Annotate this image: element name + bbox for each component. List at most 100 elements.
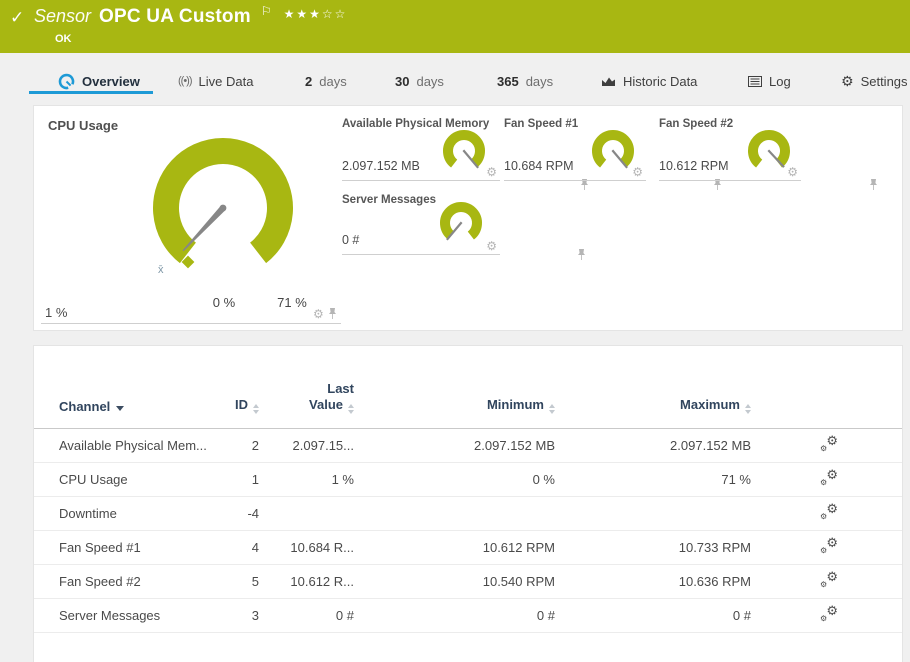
- cell-maximum: 71 %: [721, 472, 751, 487]
- cpu-usage-gauge: [153, 138, 293, 269]
- tab-log[interactable]: Log: [748, 70, 791, 92]
- tile-pin-icon[interactable]: [328, 308, 337, 320]
- gauge-tile-fan-speed-2: Fan Speed #2 10.612 RPM ⚙: [659, 113, 878, 190]
- tab-live-data[interactable]: ((•)) Live Data: [178, 70, 253, 92]
- cell-last-value: 0 #: [335, 608, 354, 623]
- tile-icons: ⚙: [486, 166, 589, 190]
- gauge-max-label: 71 %: [277, 295, 307, 310]
- gauge-tile-fan-speed-1: Fan Speed #1 10.684 RPM ⚙: [504, 113, 722, 190]
- gear-icon: ⚙: [826, 467, 838, 482]
- tab-30-days[interactable]: 30 days: [395, 70, 444, 92]
- tab-historic-data[interactable]: Historic Data: [601, 70, 697, 92]
- status-ok-check-icon: ✓: [10, 8, 25, 27]
- cell-id: 4: [251, 540, 259, 555]
- tile-title: Fan Speed #2: [659, 118, 734, 130]
- active-tab-underline: [29, 91, 153, 94]
- gear-icon: ⚙: [820, 580, 828, 589]
- cell-channel: Downtime: [59, 506, 117, 521]
- prtg-sensor-page: ✓ Sensor OPC UA Custom ⚐ ★★★☆☆ OK Overvi…: [0, 0, 910, 662]
- table-row: CPU Usage 1 1 % 0 % 71 % ⚙ ⚙: [34, 463, 902, 497]
- gear-icon: ⚙: [826, 433, 838, 448]
- tile-title: Fan Speed #1: [504, 118, 579, 130]
- tile-value: 10.684 RPM: [504, 159, 574, 173]
- tile-value: 10.612 RPM: [659, 159, 729, 173]
- channel-settings-gears-icon[interactable]: ⚙ ⚙: [819, 603, 839, 623]
- tile-pin-icon[interactable]: [577, 249, 586, 261]
- priority-stars[interactable]: ★★★☆☆: [284, 7, 348, 21]
- cell-minimum: 0 #: [536, 608, 555, 623]
- cpu-usage-gauge-title: CPU Usage: [48, 118, 119, 133]
- area-chart-icon: [602, 77, 615, 86]
- cell-maximum: 2.097.152 MB: [670, 438, 751, 453]
- cell-maximum: 0 #: [732, 608, 751, 623]
- tab-2-days-label: days: [319, 73, 347, 89]
- sort-both-icon: [745, 404, 751, 414]
- column-header-last-value[interactable]: Last Value: [259, 381, 354, 428]
- cell-channel: Fan Speed #1: [59, 540, 141, 555]
- gear-icon: ⚙: [820, 546, 828, 555]
- tab-30-days-label: days: [416, 73, 444, 89]
- cell-minimum: 10.540 RPM: [482, 574, 555, 589]
- cell-last-value: 10.612 R...: [290, 574, 354, 589]
- cpu-tile-icons: ⚙: [313, 308, 337, 320]
- channel-settings-gears-icon[interactable]: ⚙ ⚙: [819, 502, 839, 521]
- gear-icon: ⚙: [820, 512, 828, 521]
- gear-icon: ⚙: [820, 478, 828, 487]
- cell-channel: Available Physical Mem...: [59, 438, 207, 453]
- cell-minimum: 10.612 RPM: [482, 540, 555, 555]
- sort-desc-icon: [116, 406, 125, 411]
- cell-channel: CPU Usage: [59, 472, 128, 487]
- gear-icon: ⚙: [826, 535, 838, 550]
- log-list-icon: [748, 75, 762, 87]
- live-data-icon: ((•)): [178, 75, 192, 87]
- cpu-usage-current-value: 1 %: [45, 305, 68, 320]
- tile-gear-icon[interactable]: ⚙: [486, 240, 497, 252]
- channel-settings-gears-icon[interactable]: ⚙ ⚙: [819, 535, 839, 555]
- gear-icon: ⚙: [820, 614, 828, 623]
- gear-icon: ⚙: [841, 73, 854, 89]
- tab-log-label: Log: [769, 73, 791, 89]
- sensor-title-row: Sensor OPC UA Custom ⚐ ★★★☆☆: [34, 4, 348, 28]
- sensor-status-header: ✓ Sensor OPC UA Custom ⚐ ★★★☆☆ OK: [0, 0, 910, 53]
- tile-icons: ⚙: [632, 166, 722, 190]
- mini-gauge: [440, 202, 482, 241]
- tile-gear-icon[interactable]: ⚙: [313, 308, 324, 320]
- tile-gear-icon[interactable]: ⚙: [486, 166, 497, 178]
- gear-icon: ⚙: [826, 603, 838, 618]
- tile-value: 2.097.152 MB: [342, 159, 420, 173]
- tab-overview[interactable]: Overview: [58, 70, 140, 92]
- tab-settings-label: Settings: [860, 73, 908, 89]
- column-header-maximum[interactable]: Maximum: [555, 397, 751, 428]
- cell-minimum: 2.097.152 MB: [474, 438, 555, 453]
- table-row: Downtime -4 ⚙ ⚙: [34, 497, 902, 531]
- channels-table-panel: Channel ID Last Value Minimum Maximum Av…: [33, 345, 903, 662]
- channel-settings-gears-icon[interactable]: ⚙ ⚙: [819, 570, 839, 589]
- channel-settings-gears-icon[interactable]: ⚙ ⚙: [819, 467, 839, 487]
- tab-overview-label: Overview: [82, 73, 140, 89]
- table-row: Server Messages 3 0 # 0 # 0 # ⚙ ⚙: [34, 599, 902, 633]
- tile-gear-icon[interactable]: ⚙: [632, 166, 643, 178]
- gauge-tile-server-messages: Server Messages 0 # ⚙: [342, 189, 586, 260]
- tile-pin-icon[interactable]: [869, 179, 878, 191]
- column-header-minimum[interactable]: Minimum: [354, 397, 555, 428]
- cell-id: 5: [251, 574, 259, 589]
- gauge-average-marker: x̄: [158, 264, 164, 276]
- tile-gear-icon[interactable]: ⚙: [787, 166, 798, 178]
- gauge-min-label: 0 %: [212, 295, 236, 310]
- column-header-channel[interactable]: Channel: [59, 399, 224, 428]
- channel-settings-gears-icon[interactable]: ⚙ ⚙: [819, 433, 839, 453]
- tile-divider: [41, 323, 341, 324]
- column-header-value-label: Value: [309, 397, 343, 412]
- column-header-maximum-label: Maximum: [680, 397, 740, 412]
- flag-icon[interactable]: ⚐: [261, 4, 272, 18]
- column-header-channel-label: Channel: [59, 399, 111, 414]
- cell-id: 1: [251, 472, 259, 487]
- cell-last-value: 10.684 R...: [290, 540, 354, 555]
- cell-id: 3: [251, 608, 259, 623]
- column-header-id[interactable]: ID: [224, 397, 259, 428]
- tab-2-days[interactable]: 2 days: [305, 70, 347, 92]
- tab-365-days[interactable]: 365 days: [497, 70, 553, 92]
- tab-365-days-label: days: [525, 73, 554, 89]
- sensor-name: OPC UA Custom: [99, 6, 251, 27]
- tab-settings[interactable]: ⚙ Settings: [841, 70, 908, 92]
